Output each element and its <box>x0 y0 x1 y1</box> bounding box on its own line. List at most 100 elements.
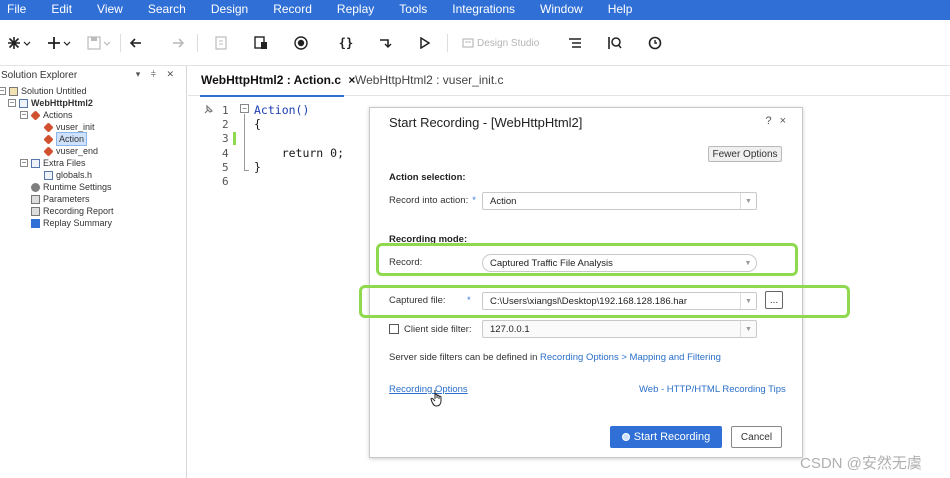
tree-node-replay-summary[interactable]: Replay Summary <box>31 217 112 229</box>
tree-label: Extra Files <box>43 158 86 168</box>
menu-search[interactable]: Search <box>148 3 186 20</box>
record-into-action-select[interactable]: Action ▼ <box>482 192 757 210</box>
menu-file[interactable]: File <box>7 3 26 20</box>
tree-label: WebHttpHtml2 <box>31 98 93 108</box>
record-dot-icon <box>621 433 630 441</box>
hand-cursor-icon <box>430 390 442 407</box>
compile-icon[interactable] <box>212 32 230 54</box>
tree-label: Recording Report <box>43 206 114 216</box>
tab-label: WebHttpHtml2 : vuser_init.c <box>355 73 504 87</box>
menu-help[interactable]: Help <box>608 3 633 20</box>
tree-label: Action <box>56 132 88 146</box>
menu-window[interactable]: Window <box>540 3 583 20</box>
fold-guide <box>244 114 245 170</box>
menu-tools[interactable]: Tools <box>399 3 427 20</box>
recording-tips-link[interactable]: Web - HTTP/HTML Recording Tips <box>639 384 786 395</box>
menu-design[interactable]: Design <box>211 3 248 20</box>
collapse-icon[interactable]: − <box>8 99 16 107</box>
fewer-options-button[interactable]: Fewer Options <box>708 146 782 162</box>
menu-integrations[interactable]: Integrations <box>452 3 515 20</box>
menu-edit[interactable]: Edit <box>51 3 72 20</box>
add-icon[interactable] <box>46 32 72 54</box>
solution-explorer-header: Solution Explorer ▾ ⫩ ✕ <box>0 66 186 84</box>
tree-node-solution[interactable]: − Solution Untitled <box>0 85 87 97</box>
record-icon[interactable] <box>292 32 310 54</box>
tree-node-globals[interactable]: globals.h <box>44 169 92 181</box>
collapse-icon[interactable]: − <box>20 111 28 119</box>
run-icon[interactable] <box>416 32 434 54</box>
dialog-title: Start Recording - [WebHttpHtml2] <box>389 115 583 130</box>
pin-icon[interactable] <box>202 104 214 116</box>
new-script-icon[interactable] <box>6 32 32 54</box>
toolbar: {} Design Studio <box>0 20 950 66</box>
tab-action-c[interactable]: WebHttpHtml2 : Action.c × <box>201 73 355 87</box>
report-icon <box>31 206 40 216</box>
line-number: 5 <box>222 161 229 174</box>
cancel-button[interactable]: Cancel <box>731 426 782 448</box>
parameters-icon <box>31 194 40 204</box>
solution-explorer-title: Solution Explorer <box>1 69 78 81</box>
line-number: 6 <box>222 175 229 188</box>
line-number: 2 <box>222 118 229 131</box>
tree-node-vuser-end[interactable]: vuser_end <box>43 145 99 157</box>
tree-node-recording-report[interactable]: Recording Report <box>31 205 114 217</box>
save-icon[interactable] <box>86 32 112 54</box>
script-view-icon[interactable] <box>252 32 270 54</box>
menu-replay[interactable]: Replay <box>337 3 374 20</box>
toolbar-divider <box>197 34 198 52</box>
action-icon <box>43 145 54 157</box>
list-icon[interactable] <box>566 32 584 54</box>
editor-tabs: WebHttpHtml2 : Action.c × WebHttpHtml2 :… <box>188 66 950 96</box>
watermark: CSDN @安然无虞 <box>800 455 922 472</box>
line-number: 1 <box>222 104 229 117</box>
panel-controls[interactable]: ▾ ⫩ ✕ <box>136 69 178 80</box>
tab-vuser-init-c[interactable]: WebHttpHtml2 : vuser_init.c <box>355 73 504 87</box>
tree-node-extra-files[interactable]: − Extra Files <box>20 157 86 169</box>
clock-icon[interactable] <box>646 32 664 54</box>
dialog-controls: ?× <box>765 115 794 127</box>
select-value: 127.0.0.1 <box>490 323 530 335</box>
tree-label: globals.h <box>56 170 93 180</box>
tree-node-parameters[interactable]: Parameters <box>31 193 90 205</box>
design-studio-label: Design Studio <box>477 37 540 49</box>
design-studio-button[interactable]: Design Studio <box>462 32 542 54</box>
step-into-icon[interactable] <box>376 32 394 54</box>
tree-node-script[interactable]: − WebHttpHtml2 <box>8 97 93 109</box>
captured-file-highlight <box>359 285 850 318</box>
help-icon[interactable]: ? <box>765 115 779 127</box>
action-icon <box>43 133 54 145</box>
label-text: Record into action: <box>389 195 469 206</box>
braces-icon[interactable]: {} <box>336 32 356 54</box>
tree-label: vuser_end <box>56 146 99 156</box>
button-label: Start Recording <box>633 431 711 443</box>
actions-folder-icon <box>30 109 41 121</box>
mapping-filtering-link[interactable]: Recording Options > Mapping and Filterin… <box>540 352 721 363</box>
close-icon[interactable]: × <box>780 115 794 127</box>
start-recording-button[interactable]: Start Recording <box>610 426 722 448</box>
tree-label: Runtime Settings <box>43 182 112 192</box>
server-filter-note: Server side filters can be defined in Re… <box>389 352 721 363</box>
collapse-icon[interactable]: − <box>20 159 28 167</box>
toolbar-divider <box>120 34 121 52</box>
redo-icon[interactable] <box>168 32 186 54</box>
tree-label: Actions <box>43 110 73 120</box>
fold-icon[interactable]: − <box>240 104 249 113</box>
tree-node-action[interactable]: Action <box>43 132 88 146</box>
menu-record[interactable]: Record <box>273 3 312 20</box>
tree-label: Replay Summary <box>43 218 113 228</box>
tree-node-runtime-settings[interactable]: Runtime Settings <box>31 181 112 193</box>
search-results-icon[interactable] <box>606 32 624 54</box>
client-filter-checkbox[interactable] <box>389 324 399 334</box>
undo-icon[interactable] <box>128 32 146 54</box>
recording-options-link[interactable]: Recording Options <box>389 384 468 395</box>
tree-label: Solution Untitled <box>21 86 87 96</box>
collapse-icon[interactable]: − <box>0 87 6 95</box>
required-mark: * <box>472 195 476 206</box>
chevron-down-icon: ▼ <box>740 321 756 337</box>
client-filter-select[interactable]: 127.0.0.1 ▼ <box>482 320 757 338</box>
tree-node-actions[interactable]: − Actions <box>20 109 73 121</box>
line-number: 3 <box>222 132 229 145</box>
record-into-action-label: Record into action: * <box>389 195 476 206</box>
menu-view[interactable]: View <box>97 3 123 20</box>
action-selection-heading: Action selection: <box>389 172 466 183</box>
